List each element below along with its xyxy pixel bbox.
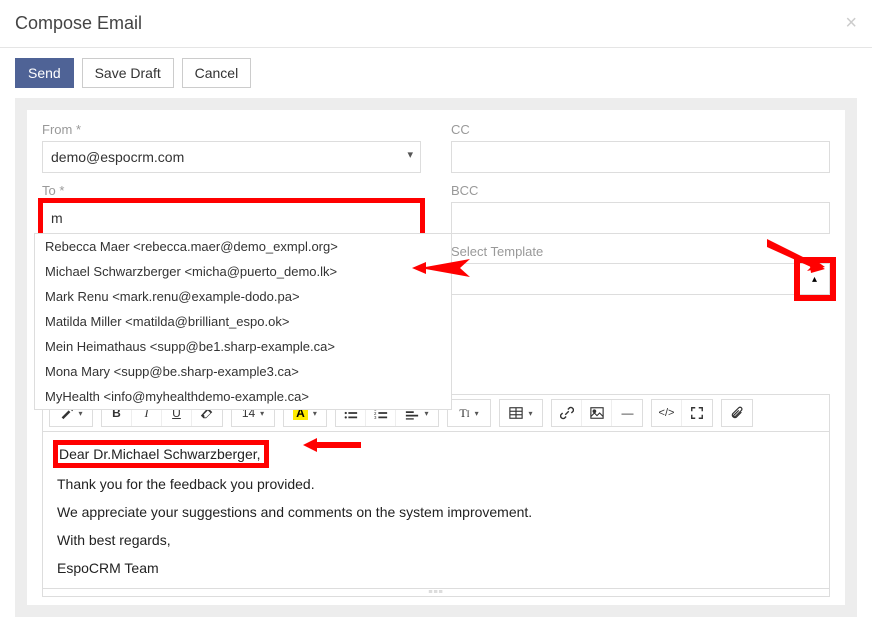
body-line: With best regards, — [57, 532, 815, 548]
paragraph-button[interactable]: TI▾ — [448, 400, 490, 426]
from-select[interactable]: demo@espocrm.com — [42, 141, 421, 173]
attachment-button[interactable] — [722, 400, 752, 426]
list-item[interactable]: Matilda Miller <matilda@brilliant_espo.o… — [35, 309, 451, 334]
from-label: From * — [42, 122, 421, 137]
save-draft-button[interactable]: Save Draft — [82, 58, 174, 88]
editor-resize-handle[interactable]: ≡≡≡ — [42, 589, 830, 597]
close-icon[interactable]: × — [845, 12, 857, 35]
to-input[interactable] — [42, 202, 421, 234]
template-label: Select Template — [451, 244, 830, 259]
svg-text:3: 3 — [374, 415, 377, 420]
bcc-label: BCC — [451, 183, 830, 198]
bcc-input[interactable] — [451, 202, 830, 234]
template-input[interactable] — [451, 263, 800, 295]
list-item[interactable]: Michael Schwarzberger <micha@puerto_demo… — [35, 259, 451, 284]
send-button[interactable]: Send — [15, 58, 74, 88]
action-button-row: Send Save Draft Cancel — [0, 48, 872, 98]
code-view-button[interactable]: </> — [652, 400, 682, 426]
table-icon — [509, 406, 523, 420]
template-expand-button[interactable]: ▴ — [800, 263, 830, 295]
body-line: Thank you for the feedback you provided. — [57, 476, 815, 492]
list-item[interactable]: Mona Mary <supp@be.sharp-example3.ca> — [35, 359, 451, 384]
greeting-line: Dear Dr.Michael Schwarzberger, — [57, 444, 265, 464]
list-item[interactable]: Mein Heimathaus <supp@be1.sharp-example.… — [35, 334, 451, 359]
fullscreen-button[interactable] — [682, 400, 712, 426]
list-item[interactable]: Rebecca Maer <rebecca.maer@demo_exmpl.or… — [35, 234, 451, 259]
editor-body[interactable]: Dear Dr.Michael Schwarzberger, Thank you… — [42, 432, 830, 589]
cc-label: CC — [451, 122, 830, 137]
chevron-up-icon: ▴ — [812, 274, 817, 285]
to-label: To * — [42, 183, 421, 198]
fullscreen-icon — [690, 406, 704, 420]
link-icon — [560, 406, 574, 420]
image-icon — [590, 406, 604, 420]
cancel-button[interactable]: Cancel — [182, 58, 252, 88]
body-line: EspoCRM Team — [57, 560, 815, 576]
body-line: We appreciate your suggestions and comme… — [57, 504, 815, 520]
link-button[interactable] — [552, 400, 582, 426]
table-button[interactable]: ▾ — [500, 400, 542, 426]
hr-button[interactable]: — — [612, 400, 642, 426]
paperclip-icon — [730, 406, 744, 420]
to-autocomplete-dropdown: Rebecca Maer <rebecca.maer@demo_exmpl.or… — [34, 233, 452, 410]
list-item[interactable]: MyHealth <info@myhealthdemo-example.ca> — [35, 384, 451, 409]
modal-title: Compose Email — [15, 13, 142, 34]
cc-input[interactable] — [451, 141, 830, 173]
list-item[interactable]: Mark Renu <mark.renu@example-dodo.pa> — [35, 284, 451, 309]
image-button[interactable] — [582, 400, 612, 426]
